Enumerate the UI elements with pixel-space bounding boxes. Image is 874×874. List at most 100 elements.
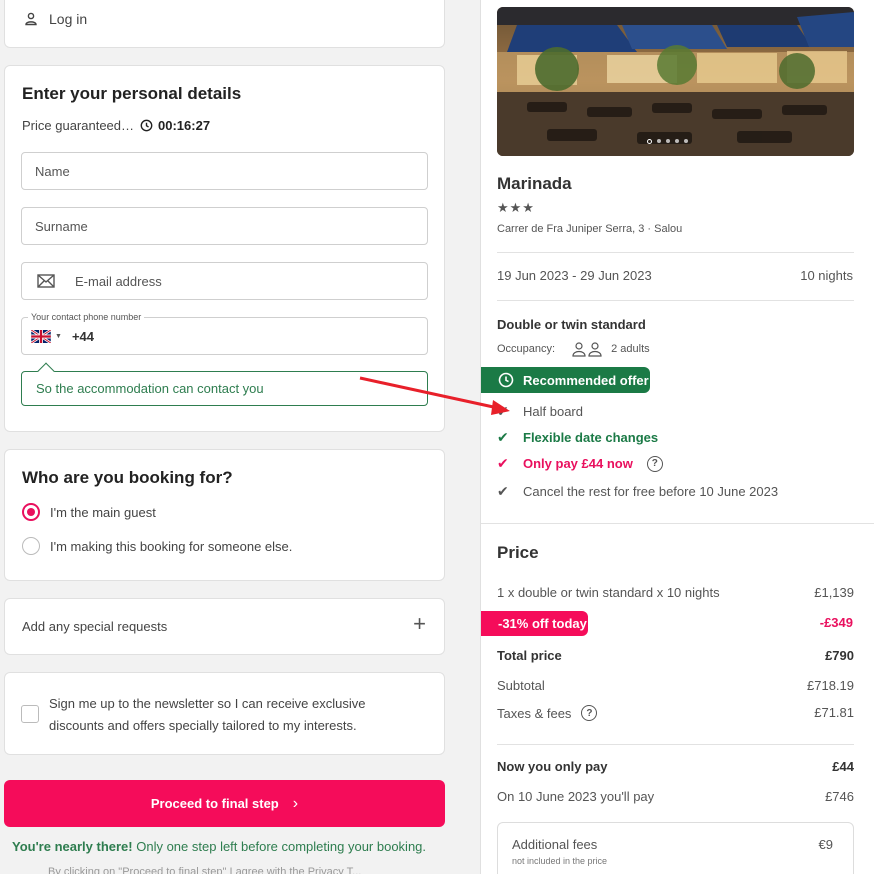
feature-label: Flexible date changes	[523, 430, 659, 445]
checkmark-icon: ✔	[497, 429, 509, 445]
taxes-value: £71.81	[814, 705, 854, 720]
help-icon[interactable]: ?	[646, 455, 663, 472]
phone-label: Your contact phone number	[28, 312, 145, 322]
progress-message: You're nearly there! Only one step left …	[12, 839, 426, 854]
special-requests-card[interactable]: Add any special requests +	[4, 598, 445, 655]
booking-for-title: Who are you booking for?	[22, 468, 233, 487]
divider	[497, 744, 854, 745]
terms-text: By clicking on "Proceed to final step" I…	[48, 866, 362, 874]
countdown-timer: 00:16:27	[140, 118, 210, 133]
divider	[497, 300, 854, 301]
price-guarantee-text: Price guaranteed…	[22, 118, 135, 133]
price-title: Price	[497, 543, 539, 562]
checkmark-icon: ✔	[497, 483, 509, 499]
surname-input[interactable]: Surname	[21, 207, 428, 245]
email-placeholder: E-mail address	[75, 273, 162, 289]
radio-selected[interactable]	[22, 503, 40, 521]
radio-label: I'm making this booking for someone else…	[50, 538, 293, 554]
user-icon	[25, 12, 37, 26]
timer-value: 00:16:27	[158, 118, 211, 133]
stay-dates: 19 Jun 2023 - 29 Jun 2023	[497, 268, 652, 283]
feature-half-board: ✔ Half board	[497, 403, 583, 420]
room-type: Double or twin standard	[497, 317, 646, 332]
recommended-offer-badge: Recommended offer	[481, 367, 650, 393]
hotel-photo-image	[497, 7, 854, 156]
name-input[interactable]: Name	[21, 152, 428, 190]
hotel-name: Marinada	[497, 174, 572, 193]
price-line-label: 1 x double or twin standard x 10 nights	[497, 585, 720, 600]
newsletter-card: Sign me up to the newsletter so I can re…	[4, 672, 445, 755]
pay-later-label: On 10 June 2023 you'll pay	[497, 789, 655, 804]
carousel-dot[interactable]	[675, 139, 679, 143]
total-label: Total price	[497, 648, 562, 663]
pay-now-label: Now you only pay	[497, 759, 608, 774]
star-rating: ★★★	[497, 200, 535, 215]
carousel-dot[interactable]	[684, 139, 688, 143]
price-line: 1 x double or twin standard x 10 nights …	[497, 585, 854, 600]
feature-free-cancel: ✔ Cancel the rest for free before 10 Jun…	[497, 483, 778, 500]
radio-main-guest[interactable]: I'm the main guest	[22, 503, 156, 521]
envelope-icon	[37, 274, 55, 288]
proceed-button[interactable]: Proceed to final step ›	[4, 780, 445, 827]
progress-message-rest: Only one step left before completing you…	[132, 839, 427, 854]
subtotal-row: Subtotal £718.19	[497, 678, 854, 693]
booking-summary-panel: Marinada ★★★ Carrer de Fra Juniper Serra…	[480, 0, 874, 874]
help-icon[interactable]: ?	[581, 705, 598, 721]
carousel-dot[interactable]	[666, 139, 670, 143]
feature-label: Cancel the rest for free before 10 June …	[523, 484, 779, 499]
taxes-label: Taxes & fees	[497, 705, 572, 721]
uk-flag-icon[interactable]	[31, 329, 51, 343]
phone-hint-text: So the accommodation can contact you	[36, 381, 264, 396]
name-placeholder: Name	[35, 163, 70, 179]
clock-icon	[498, 372, 514, 388]
chevron-right-icon: ›	[292, 794, 299, 812]
hotel-photo[interactable]	[497, 7, 854, 156]
phone-code: +44	[71, 328, 94, 344]
carousel-dot-active[interactable]	[647, 139, 652, 144]
feature-pay-now: ✔ Only pay £44 now ?	[497, 455, 663, 472]
feature-flexible-dates: ✔ Flexible date changes	[497, 429, 658, 446]
radio-someone-else[interactable]: I'm making this booking for someone else…	[22, 537, 292, 555]
booking-for-card: Who are you booking for? I'm the main gu…	[4, 449, 445, 581]
fees-sublabel: not included in the price	[512, 856, 608, 866]
fees-value: €9	[818, 837, 833, 852]
special-requests-label: Add any special requests	[22, 619, 168, 634]
personal-details-card: Enter your personal details Price guaran…	[4, 65, 445, 432]
phone-input[interactable]: Your contact phone number ▼ +44	[21, 312, 428, 355]
occupancy: Occupancy: 2 adults	[497, 341, 650, 357]
radio-unselected[interactable]	[22, 537, 40, 555]
carousel-dot[interactable]	[657, 139, 661, 143]
login-link[interactable]: Log in	[23, 11, 87, 27]
pay-later-value: £746	[825, 789, 854, 804]
country-dropdown-caret-icon[interactable]: ▼	[55, 333, 62, 340]
price-guarantee: Price guaranteed… 00:16:27	[22, 118, 210, 133]
taxes-row: Taxes & fees ? £71.81	[497, 705, 854, 721]
radio-label: I'm the main guest	[50, 504, 156, 520]
carousel-dots[interactable]	[647, 139, 688, 144]
two-adults-icon	[572, 342, 602, 357]
email-input[interactable]: E-mail address	[21, 262, 428, 300]
checkout-page: Log in Enter your personal details Price…	[0, 0, 874, 874]
newsletter-label[interactable]: Sign me up to the newsletter so I can re…	[49, 693, 409, 737]
price-line-value: £1,139	[814, 585, 854, 600]
newsletter-checkbox[interactable]	[21, 705, 39, 723]
pay-now-value: £44	[832, 759, 854, 774]
pay-later-row: On 10 June 2023 you'll pay £746	[497, 789, 854, 804]
plus-icon[interactable]: +	[413, 613, 426, 635]
proceed-label: Proceed to final step	[150, 796, 279, 811]
subtotal-value: £718.19	[807, 678, 854, 693]
progress-message-bold: You're nearly there!	[12, 839, 133, 854]
total-value: £790	[825, 648, 854, 663]
tooltip-pointer	[37, 362, 55, 380]
hotel-address: Carrer de Fra Juniper Serra, 3 · Salou	[497, 223, 683, 235]
clock-icon	[140, 119, 153, 132]
login-card: Log in	[4, 0, 445, 48]
total-price-row: Total price £790	[497, 648, 854, 663]
divider	[497, 252, 854, 253]
fees-label: Additional fees	[512, 837, 598, 852]
discount-badge: -31% off today	[481, 611, 588, 636]
feature-label: Half board	[523, 404, 583, 419]
occupancy-value: 2 adults	[611, 343, 650, 355]
additional-fees-box: Additional fees not included in the pric…	[497, 822, 854, 874]
checkmark-icon: ✔	[497, 403, 509, 419]
